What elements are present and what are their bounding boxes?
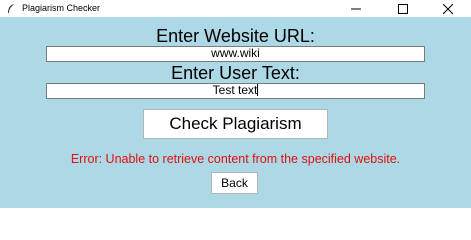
url-label: Enter Website URL: bbox=[156, 26, 315, 46]
minimize-icon bbox=[351, 8, 361, 10]
url-input-value: www.wiki bbox=[211, 46, 260, 60]
check-plagiarism-button[interactable]: Check Plagiarism bbox=[143, 109, 328, 139]
close-icon bbox=[443, 4, 453, 14]
maximize-button[interactable] bbox=[380, 0, 426, 17]
window-title: Plagiarism Checker bbox=[22, 3, 101, 13]
user-text-label: Enter User Text: bbox=[171, 63, 300, 83]
url-input[interactable]: www.wiki bbox=[46, 46, 425, 62]
error-message: Error: Unable to retrieve content from t… bbox=[70, 152, 401, 166]
text-caret bbox=[257, 84, 259, 96]
close-button[interactable] bbox=[425, 0, 471, 17]
title-bar: Plagiarism Checker bbox=[0, 0, 471, 17]
app-window: Plagiarism Checker Enter Website URL: ww… bbox=[0, 0, 471, 208]
back-button[interactable]: Back bbox=[211, 172, 258, 194]
user-text-input-value: Test text bbox=[212, 83, 258, 97]
minimize-button[interactable] bbox=[333, 0, 379, 17]
feather-icon bbox=[8, 4, 14, 13]
maximize-icon bbox=[398, 4, 408, 14]
user-text-input[interactable]: Test text bbox=[46, 83, 425, 99]
